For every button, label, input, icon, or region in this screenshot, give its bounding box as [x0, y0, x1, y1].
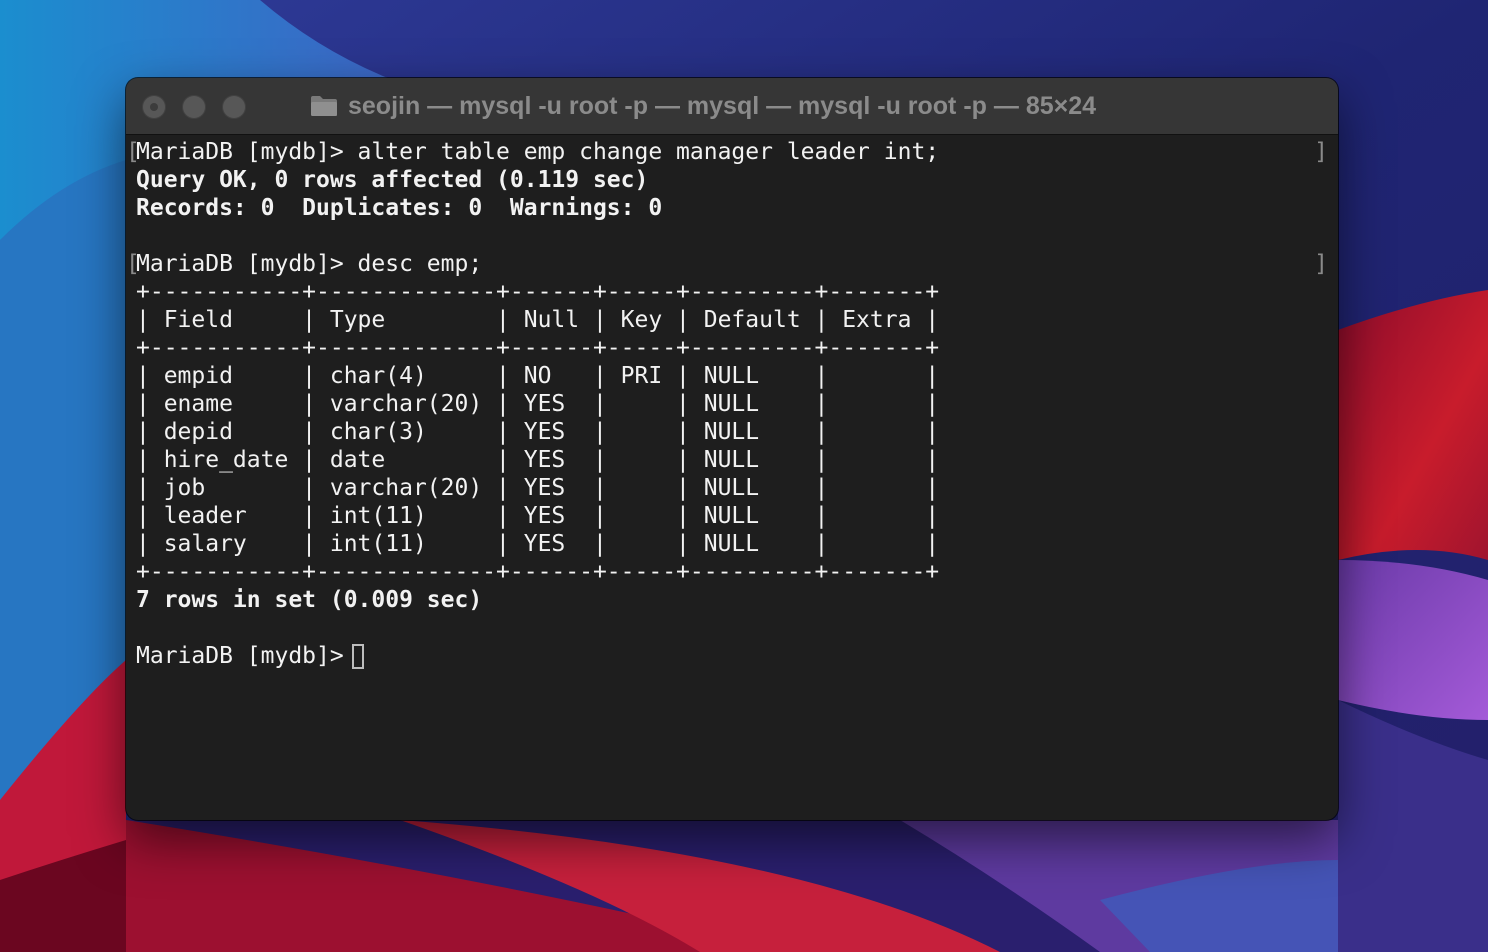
- terminal-line-text: | job | varchar(20) | YES | | NULL | |: [136, 475, 940, 501]
- terminal-line: +-----------+-------------+------+-----+…: [136, 558, 1328, 586]
- terminal-line: Records: 0 Duplicates: 0 Warnings: 0: [136, 194, 1328, 222]
- terminal-line: | leader | int(11) | YES | | NULL | |: [136, 502, 1328, 530]
- terminal-line-text: | salary | int(11) | YES | | NULL | |: [136, 531, 940, 557]
- terminal-line: | job | varchar(20) | YES | | NULL | |: [136, 474, 1328, 502]
- minimize-button[interactable]: [182, 95, 206, 119]
- terminal-line: | salary | int(11) | YES | | NULL | |: [136, 530, 1328, 558]
- terminal-line-text: 7 rows in set (0.009 sec): [136, 587, 483, 613]
- terminal-line-text: MariaDB [mydb]> alter table emp change m…: [136, 139, 940, 165]
- terminal-line-text: +-----------+-------------+------+-----+…: [136, 559, 940, 585]
- terminal-line: 7 rows in set (0.009 sec): [136, 586, 1328, 614]
- prompt-line[interactable]: MariaDB [mydb]>: [136, 642, 1328, 670]
- terminal-line-text: +-----------+-------------+------+-----+…: [136, 279, 940, 305]
- terminal-line: | Field | Type | Null | Key | Default | …: [136, 306, 1328, 334]
- terminal-line: Query OK, 0 rows affected (0.119 sec): [136, 166, 1328, 194]
- folder-icon: [311, 96, 337, 116]
- line-mark-left: [: [126, 251, 140, 277]
- terminal-line-text: MariaDB [mydb]> desc emp;: [136, 251, 483, 277]
- terminal-line: [MariaDB [mydb]> desc emp;]: [126, 250, 1328, 278]
- line-mark-left: [: [126, 139, 140, 165]
- terminal-line: [MariaDB [mydb]> alter table emp change …: [126, 138, 1328, 166]
- terminal-line-text: Records: 0 Duplicates: 0 Warnings: 0: [136, 195, 663, 221]
- text-cursor[interactable]: [351, 644, 364, 669]
- terminal-line-text: +-----------+-------------+------+-----+…: [136, 335, 940, 361]
- window-title-text: seojin — mysql -u root -p — mysql — mysq…: [348, 91, 1097, 120]
- terminal-line-text: | depid | char(3) | YES | | NULL | |: [136, 419, 940, 445]
- terminal-line-text: | empid | char(4) | NO | PRI | NULL | |: [136, 363, 940, 389]
- terminal-line-text: | hire_date | date | YES | | NULL | |: [136, 447, 940, 473]
- title-bar[interactable]: seojin — mysql -u root -p — mysql — mysq…: [126, 78, 1338, 135]
- terminal-line: +-----------+-------------+------+-----+…: [136, 278, 1328, 306]
- terminal-line-text: | Field | Type | Null | Key | Default | …: [136, 307, 940, 333]
- terminal-line-text: | leader | int(11) | YES | | NULL | |: [136, 503, 940, 529]
- terminal-line: | depid | char(3) | YES | | NULL | |: [136, 418, 1328, 446]
- window-title: seojin — mysql -u root -p — mysql — mysq…: [310, 89, 1096, 123]
- close-button[interactable]: [142, 95, 166, 119]
- terminal-line: | empid | char(4) | NO | PRI | NULL | |: [136, 362, 1328, 390]
- terminal-line: | ename | varchar(20) | YES | | NULL | |: [136, 390, 1328, 418]
- line-mark-right: ]: [1314, 139, 1328, 165]
- terminal-output[interactable]: [MariaDB [mydb]> alter table emp change …: [126, 138, 1328, 808]
- terminal-line: | hire_date | date | YES | | NULL | |: [136, 446, 1328, 474]
- terminal-line-text: | ename | varchar(20) | YES | | NULL | |: [136, 391, 940, 417]
- prompt-text: MariaDB [mydb]>: [136, 643, 344, 669]
- line-mark-right: ]: [1314, 251, 1328, 277]
- terminal-line-text: Query OK, 0 rows affected (0.119 sec): [136, 167, 649, 193]
- zoom-button[interactable]: [222, 95, 246, 119]
- terminal-window: seojin — mysql -u root -p — mysql — mysq…: [126, 78, 1338, 820]
- terminal-line: +-----------+-------------+------+-----+…: [136, 334, 1328, 362]
